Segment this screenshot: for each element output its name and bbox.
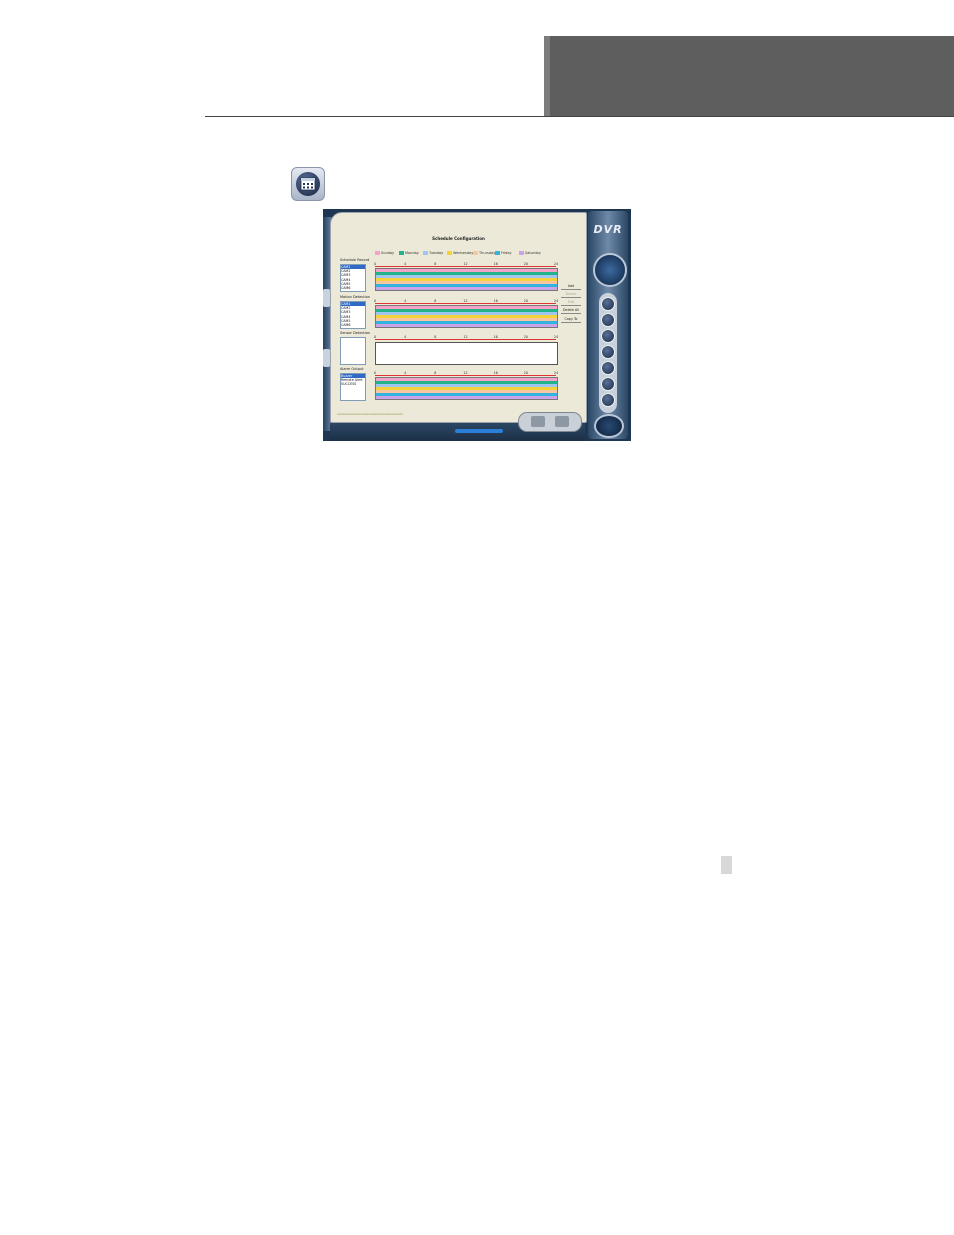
ruler-tick-label: 12 (463, 262, 468, 266)
ruler-tick-label: 24 (553, 335, 559, 339)
ruler-tick-label: 12 (463, 335, 468, 339)
ruler-tick-label: 12 (463, 299, 468, 303)
rail-tab-top[interactable] (323, 289, 330, 307)
schedule-record-label: Schedule Record (340, 258, 370, 262)
sensor-detection-timeline[interactable] (375, 342, 558, 365)
header-block-left (544, 36, 744, 116)
backup-icon[interactable] (601, 377, 615, 391)
page-marker (721, 856, 732, 874)
alarm-output-list[interactable]: Buzzer Remote Alert SUCCESS (340, 373, 366, 401)
schedule-app-icon (291, 167, 325, 201)
ruler-tick-label: 8 (434, 299, 437, 303)
ruler-tick-label: 8 (434, 262, 437, 266)
legend-item-monday: Monday (399, 251, 419, 255)
ruler-tick-label: 4 (404, 335, 407, 339)
ruler-tick-label: 8 (434, 371, 437, 375)
day-bar (376, 324, 557, 327)
legend-item-friday: Friday (495, 251, 512, 255)
legend-item-thursday: Thursday (473, 251, 495, 255)
legend-item-tuesday: Tuesday (423, 251, 443, 255)
legend-item-wednesday: Wednesday (447, 251, 473, 255)
dvr-window: Schedule Configuration Sunday Monday Tue… (323, 209, 631, 441)
sensor-detection-list[interactable] (340, 337, 366, 365)
clock-dial (593, 253, 627, 287)
ruler-tick-label: 0 (373, 371, 377, 375)
bottom-controls (518, 412, 582, 432)
ruler-tick-label: 16 (493, 335, 498, 339)
dvr-logo: DVR (593, 223, 623, 236)
status-strip: oooooooooooooooooooooooooooooooooooo (337, 412, 404, 416)
schedule-record-list[interactable]: CAM1 CAM2 CAM3 CAM4 CAM5 CAM6 (340, 264, 366, 292)
schedule-panel: Schedule Configuration Sunday Monday Tue… (330, 212, 587, 423)
nav-column (599, 293, 617, 413)
copy-to-button[interactable]: Copy To (561, 317, 581, 323)
ruler-tick-label: 16 (493, 299, 498, 303)
ruler-tick-label: 24 (553, 262, 559, 266)
motion-detection-label: Motion Detection (340, 295, 370, 299)
list-item[interactable]: SUCCESS (341, 382, 365, 386)
ruler-tick-label: 20 (523, 371, 528, 375)
header-block-right (740, 36, 954, 116)
ruler-tick-label: 4 (404, 299, 407, 303)
cancel-button[interactable] (555, 416, 569, 427)
right-nav-rail: DVR (588, 211, 628, 439)
alarm-output-label: Alarm Output (340, 367, 364, 371)
edit-button[interactable]: Edit (561, 300, 581, 306)
record-icon[interactable] (601, 313, 615, 327)
ruler-tick-label: 0 (373, 299, 377, 303)
search-icon[interactable] (601, 393, 615, 407)
ruler-tick-label: 16 (493, 371, 498, 375)
progress-bar (455, 429, 503, 433)
add-button[interactable]: Add (561, 284, 581, 290)
schedule-record-bars[interactable] (375, 268, 558, 291)
day-bar (376, 287, 557, 290)
time-ruler: 0 4 8 12 16 20 24 (373, 335, 559, 341)
exit-button[interactable] (594, 414, 624, 438)
delete-all-button[interactable]: Delete All (561, 308, 581, 314)
ruler-tick-label: 16 (493, 262, 498, 266)
ruler-tick-label: 4 (404, 371, 407, 375)
ruler-tick-label: 0 (373, 335, 377, 339)
legend-item-saturday: Saturday (519, 251, 541, 255)
user-icon[interactable] (601, 361, 615, 375)
ruler-tick-label: 12 (463, 371, 468, 375)
list-item[interactable]: CAM6 (341, 323, 365, 327)
ruler-tick-label: 24 (553, 299, 559, 303)
ruler-tick-label: 24 (553, 371, 559, 375)
network-icon[interactable] (601, 345, 615, 359)
page-title: Schedule Configuration (432, 236, 485, 241)
camera-icon[interactable] (601, 329, 615, 343)
motion-detection-list[interactable]: CAM1 CAM2 CAM3 CAM4 CAM5 CAM6 (340, 301, 366, 329)
home-icon[interactable] (601, 297, 615, 311)
motion-detection-bars[interactable] (375, 305, 558, 328)
day-bar (376, 396, 557, 399)
ruler-tick-label: 20 (523, 262, 528, 266)
ruler-tick-label: 8 (434, 335, 437, 339)
delete-button[interactable]: Delete (561, 292, 581, 298)
sensor-detection-label: Sensor Detection (340, 331, 371, 335)
ruler-tick-label: 20 (523, 335, 528, 339)
alarm-output-bars[interactable] (375, 377, 558, 400)
header-rule (205, 116, 954, 117)
ruler-tick-label: 0 (373, 262, 377, 266)
ok-button[interactable] (531, 416, 545, 427)
rail-tab-bottom[interactable] (323, 349, 330, 367)
list-item[interactable]: CAM6 (341, 286, 365, 290)
ruler-tick-label: 20 (523, 299, 528, 303)
ruler-tick-label: 4 (404, 262, 407, 266)
legend-item-sunday: Sunday (375, 251, 394, 255)
